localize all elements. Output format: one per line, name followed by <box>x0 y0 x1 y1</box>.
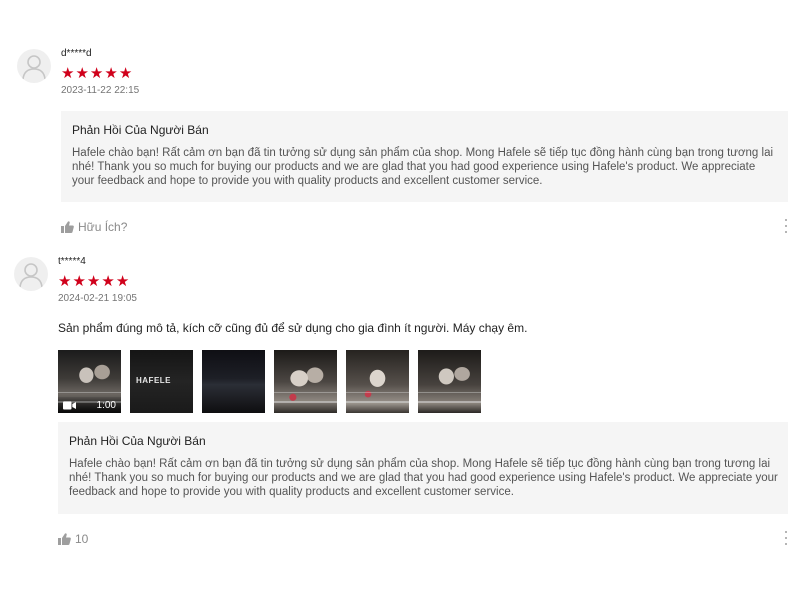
review-image-thumbnail[interactable] <box>202 350 265 413</box>
thumbs-up-icon <box>58 533 71 545</box>
review-item: t*****4 ★ ★ ★ ★ ★ 2024-02-21 19:05 Sản p… <box>0 0 800 560</box>
seller-reply: Phản Hồi Của Người Bán Hafele chào bạn! … <box>58 422 788 514</box>
user-icon <box>19 263 43 288</box>
seller-reply-text: Hafele chào bạn! Rất cảm ơn bạn đã tin t… <box>69 458 778 498</box>
review-image-thumbnail[interactable] <box>418 350 481 413</box>
review-image-thumbnail[interactable] <box>346 350 409 413</box>
reviews-page: d*****d ★ ★ ★ ★ ★ 2023-11-22 22:15 Phản … <box>0 0 800 600</box>
star-icon: ★ <box>72 272 86 290</box>
review-video-thumbnail[interactable]: 1:00 <box>58 350 121 413</box>
video-duration: 1:00 <box>96 399 116 411</box>
review-content: Sản phẩm đúng mô tả, kích cỡ cũng đủ để … <box>58 321 528 335</box>
star-rating: ★ ★ ★ ★ ★ <box>58 272 130 290</box>
star-icon: ★ <box>58 272 72 290</box>
review-media: 1:00 HAFELE <box>58 350 481 413</box>
more-options-icon[interactable] <box>783 531 789 545</box>
avatar[interactable] <box>14 257 48 291</box>
review-username: t*****4 <box>58 256 86 267</box>
review-image-thumbnail[interactable] <box>274 350 337 413</box>
seller-reply-title: Phản Hồi Của Người Bán <box>69 434 206 448</box>
video-camera-icon <box>63 401 76 409</box>
star-icon: ★ <box>86 272 101 290</box>
review-time: 2024-02-21 19:05 <box>58 293 137 304</box>
thumbnail-brand-text: HAFELE <box>136 376 171 385</box>
review-image-thumbnail[interactable]: HAFELE <box>130 350 193 413</box>
star-icon: ★ <box>101 272 115 290</box>
helpful-button[interactable]: 10 <box>58 532 88 546</box>
video-overlay: 1:00 <box>58 397 121 413</box>
helpful-count: 10 <box>75 532 89 546</box>
star-icon: ★ <box>115 272 130 290</box>
